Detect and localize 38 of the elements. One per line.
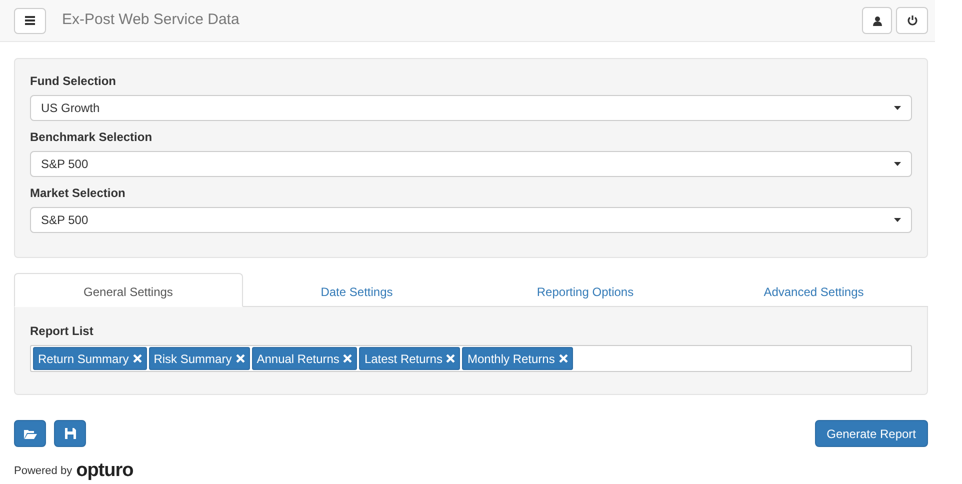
report-tag[interactable]: Annual Returns <box>252 347 358 370</box>
menu-button[interactable] <box>14 8 46 34</box>
remove-icon[interactable] <box>343 354 352 363</box>
caret-icon <box>894 218 901 222</box>
user-button[interactable] <box>862 7 892 34</box>
select-field[interactable]: S&P 500 <box>30 151 912 177</box>
logo: opturo <box>76 459 134 483</box>
menu-icon <box>25 16 35 25</box>
tab[interactable]: General Settings <box>14 273 242 307</box>
select-field[interactable]: S&P 500 <box>30 207 912 233</box>
caret-icon <box>894 106 901 110</box>
folder-icon <box>24 428 36 438</box>
field-label: Report List <box>30 323 94 340</box>
tab[interactable]: Advanced Settings <box>700 273 928 307</box>
remove-icon[interactable] <box>446 354 456 363</box>
powered-by-text: Powered by <box>14 464 72 479</box>
report-tag[interactable]: Risk Summary <box>148 347 250 370</box>
remove-icon[interactable] <box>236 354 245 363</box>
save-button[interactable] <box>54 420 86 447</box>
report-tag[interactable]: Monthly Returns <box>462 347 573 370</box>
tab[interactable]: Reporting Options <box>471 273 700 307</box>
generate-report-button[interactable]: Generate Report <box>814 420 928 447</box>
report-list-field[interactable]: Return Summary Risk Summary Annual Returns Latest Returns Monthly Returns <box>30 345 912 372</box>
report-tag[interactable]: Return Summary <box>33 347 147 370</box>
tab[interactable]: Date Settings <box>242 273 471 307</box>
field-label: Market Selection <box>30 185 126 202</box>
app-title: Ex-Post Web Service Data <box>62 10 240 30</box>
caret-icon <box>894 162 901 166</box>
report-tag[interactable]: Latest Returns <box>359 347 460 370</box>
power-icon <box>906 15 918 26</box>
select-field[interactable]: US Growth <box>30 95 912 121</box>
open-button[interactable] <box>14 420 46 447</box>
user-icon <box>872 16 882 26</box>
power-button[interactable] <box>896 7 928 34</box>
remove-icon[interactable] <box>132 354 142 363</box>
field-label: Benchmark Selection <box>30 129 154 146</box>
field-label: Fund Selection <box>30 73 118 90</box>
remove-icon[interactable] <box>558 354 568 363</box>
